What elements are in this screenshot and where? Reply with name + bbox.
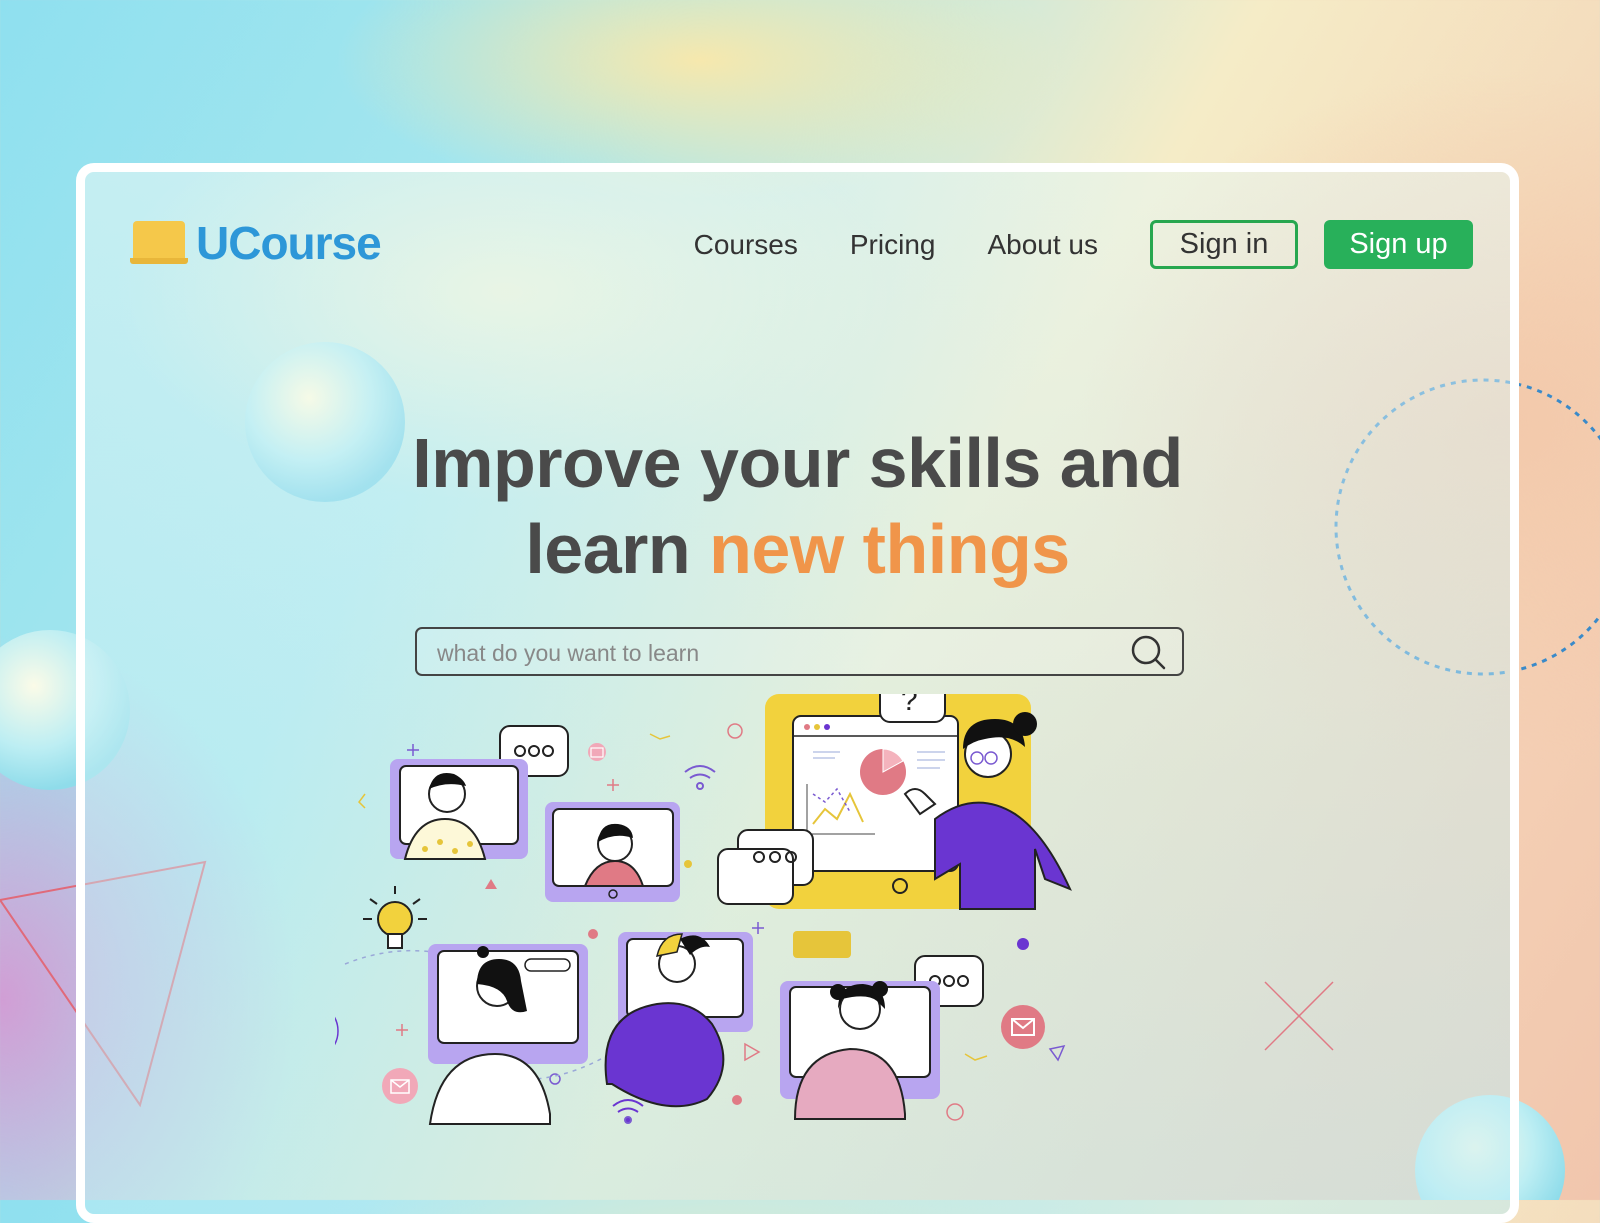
hero-line-2-accent: new things [709,510,1070,588]
video-tile-student-2 [545,802,680,902]
search-input[interactable] [435,635,1099,671]
landing-card: UCourse Courses Pricing About us Sign in… [76,163,1519,1223]
hero-line-2-plain: learn [525,510,691,588]
hero-line-1: Improve your skills and [412,424,1183,502]
svg-text:?: ? [901,694,918,717]
sign-in-button[interactable]: Sign in [1150,220,1298,269]
nav-link-courses[interactable]: Courses [694,229,798,261]
question-bubble: ? [879,694,946,723]
nav-link-about-us[interactable]: About us [987,229,1098,261]
brand-logo[interactable]: UCourse [130,216,382,270]
video-tile-student-4 [604,932,753,1108]
nav-link-pricing[interactable]: Pricing [850,229,936,261]
video-tile-student-3 [428,944,588,1125]
video-tile-student-1 [390,759,528,860]
search-icon[interactable] [1130,634,1168,672]
video-tile-student-5 [780,981,940,1120]
sign-up-button[interactable]: Sign up [1324,220,1473,269]
laptop-icon [130,221,188,265]
hero-heading: Improve your skills and learn new things [85,420,1510,592]
search-bar [415,627,1184,676]
top-navigation: Courses Pricing About us Sign in Sign up [694,220,1473,269]
online-learning-illustration: ? [335,694,1072,1125]
brand-name: UCourse [196,217,382,269]
lightbulb-icon [363,886,427,949]
cross-decoration [1264,981,1334,1051]
